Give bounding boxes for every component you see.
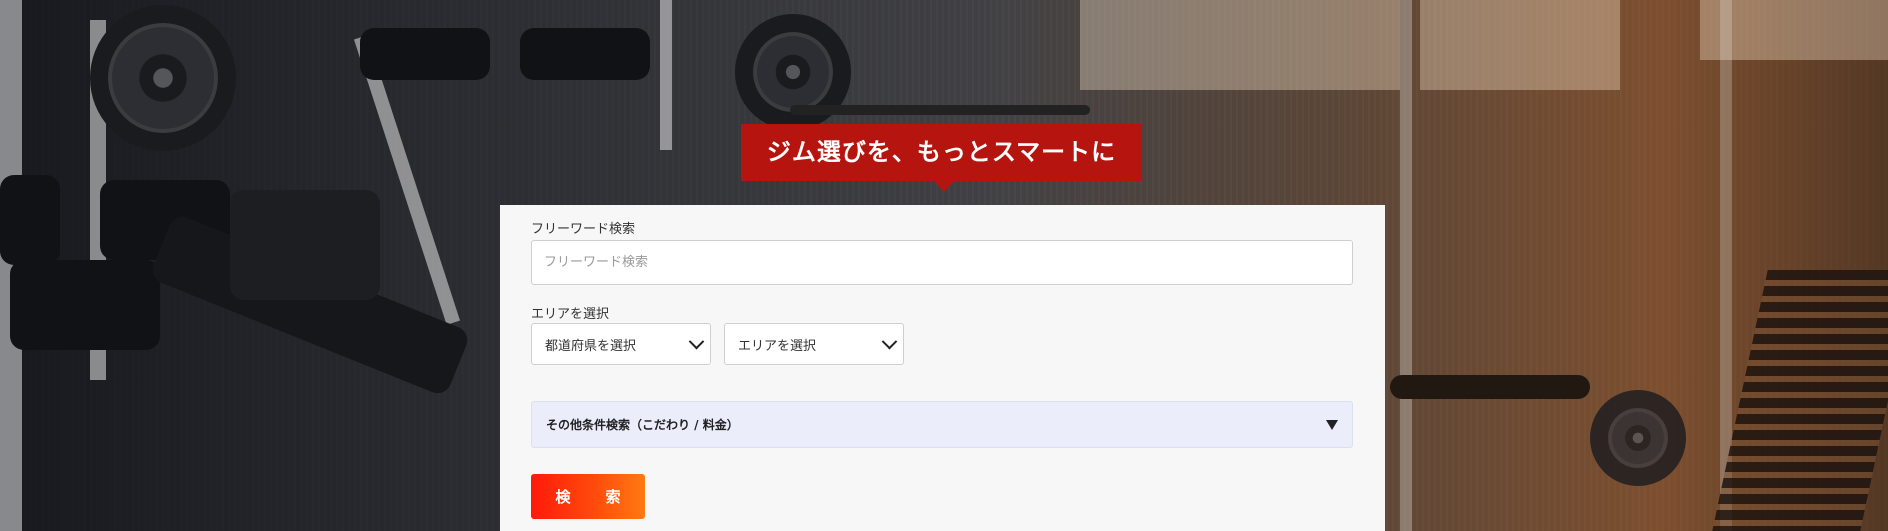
bench-roller — [0, 175, 60, 265]
window-light — [1420, 0, 1620, 90]
chevron-down-icon — [688, 333, 705, 349]
search-button[interactable]: 検 索 — [531, 474, 645, 519]
window-light — [1080, 0, 1400, 90]
freeword-search-input[interactable] — [531, 240, 1353, 285]
freeword-label: フリーワード検索 — [531, 222, 636, 237]
bench-roller — [360, 28, 490, 80]
gym-search-form: フリーワード検索 エリアを選択 都道府県を選択 エリアを選択 その他条件検索（こ… — [500, 205, 1385, 531]
machine-frame — [1400, 0, 1412, 531]
area-select-value: エリアを選択 — [738, 338, 817, 354]
triangle-down-icon — [1326, 419, 1338, 430]
bench-pad — [1390, 375, 1590, 399]
weight-plate — [1590, 390, 1686, 486]
tagline-text: ジム選びを、もっとスマートに — [766, 138, 1117, 166]
prefecture-select[interactable]: 都道府県を選択 — [531, 323, 711, 365]
more-conditions-toggle[interactable]: その他条件検索（こだわり / 料金） — [531, 401, 1353, 448]
bench-pad — [230, 190, 380, 300]
weight-plate — [90, 5, 236, 151]
chevron-down-icon — [881, 333, 898, 349]
machine-frame — [660, 0, 672, 150]
more-conditions-label: その他条件検索（こだわり / 料金） — [546, 418, 739, 432]
area-label: エリアを選択 — [531, 307, 610, 322]
tagline-banner: ジム選びを、もっとスマートに — [741, 124, 1142, 192]
bench-roller — [520, 28, 650, 80]
barbell-bar — [790, 105, 1090, 115]
bench-roller — [10, 260, 160, 350]
prefecture-select-value: 都道府県を選択 — [545, 338, 637, 354]
hero-banner: ジム選びを、もっとスマートに フリーワード検索 エリアを選択 都道府県を選択 エ… — [0, 0, 1888, 531]
area-select[interactable]: エリアを選択 — [724, 323, 904, 365]
dumbbell-rack — [1712, 270, 1888, 531]
